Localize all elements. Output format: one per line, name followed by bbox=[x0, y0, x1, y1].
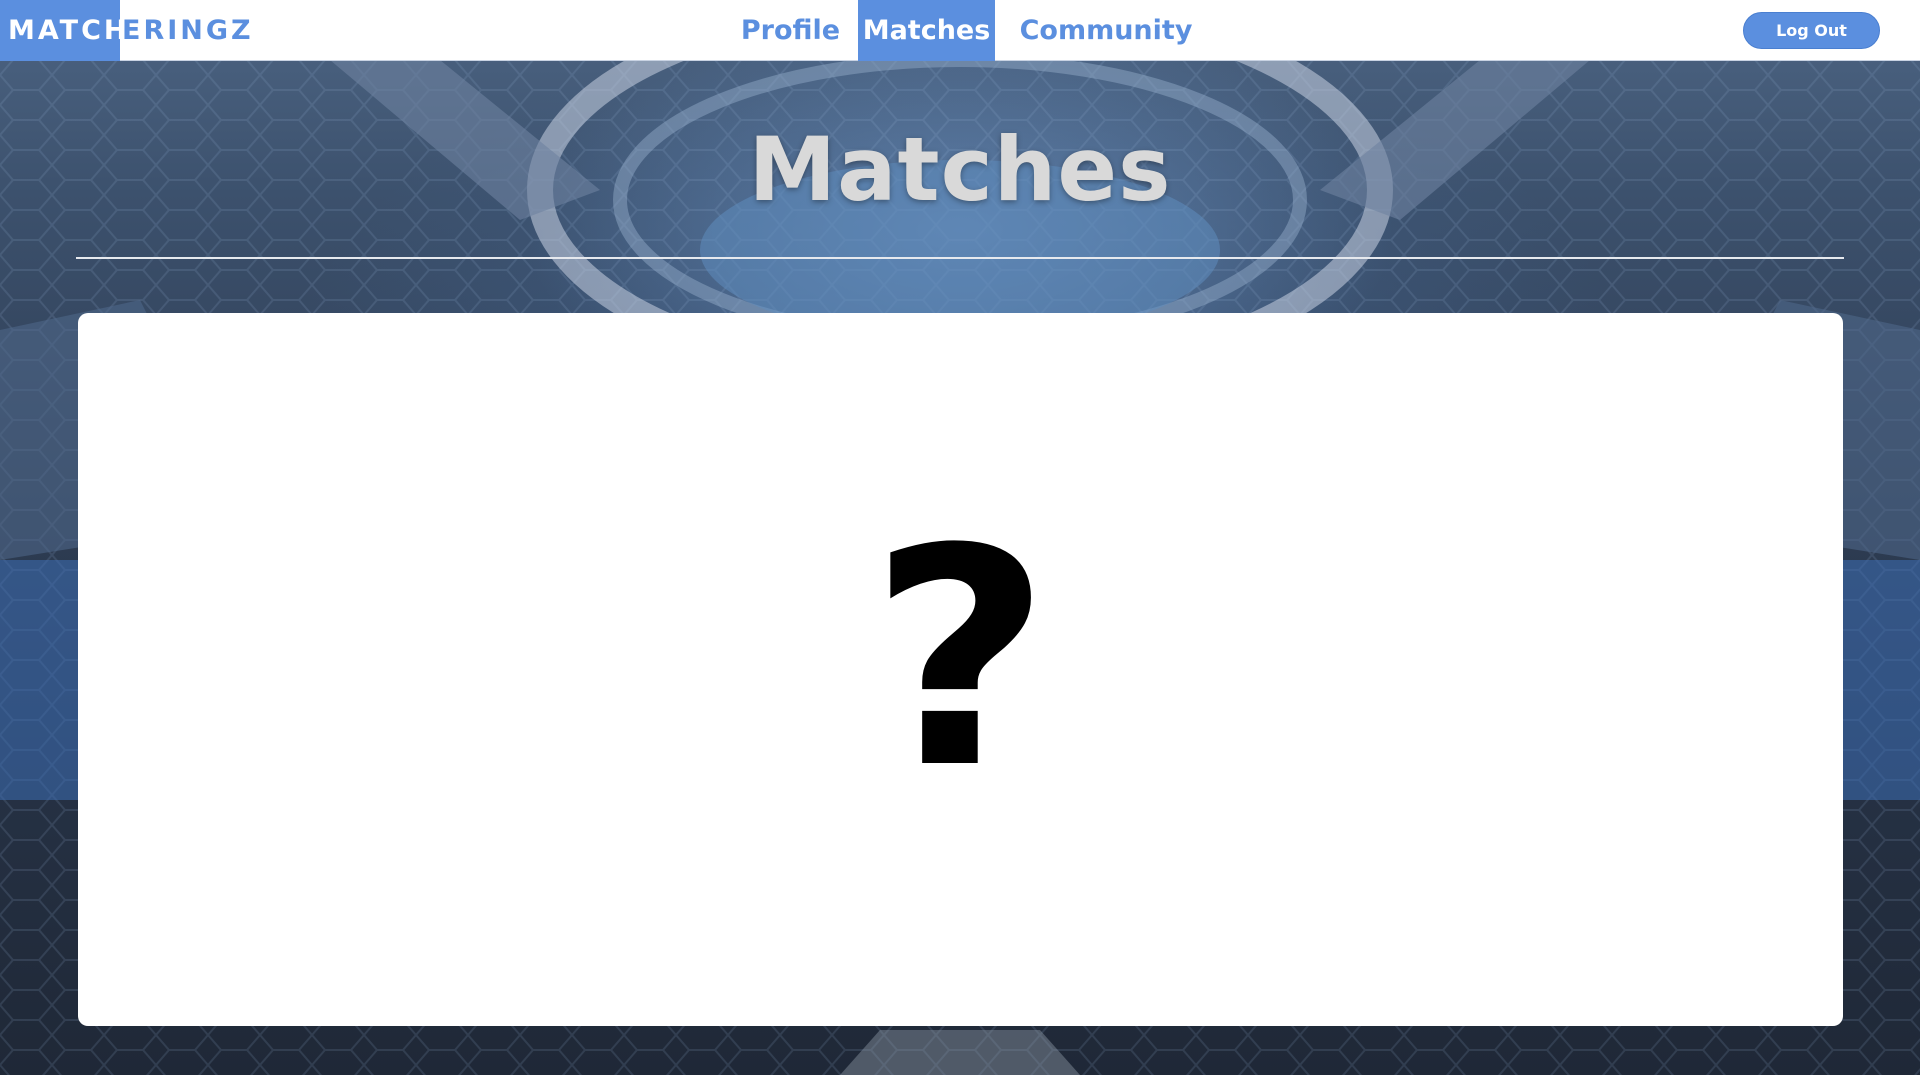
brand-logo[interactable]: MATCH ERINGZ bbox=[0, 0, 254, 61]
main-nav: Profile Matches Community bbox=[723, 0, 1217, 61]
match-card: ? bbox=[78, 313, 1843, 1026]
top-navbar: MATCH ERINGZ Profile Matches Community L… bbox=[0, 0, 1920, 61]
question-mark-placeholder: ? bbox=[869, 484, 1052, 834]
page-title: Matches bbox=[748, 118, 1172, 221]
title-divider bbox=[76, 257, 1844, 259]
brand-logo-highlight: MATCH bbox=[0, 0, 127, 61]
nav-link-profile[interactable]: Profile bbox=[723, 0, 858, 61]
nav-link-matches[interactable]: Matches bbox=[858, 0, 995, 61]
nav-link-community[interactable]: Community bbox=[995, 0, 1217, 61]
brand-logo-rest: ERINGZ bbox=[122, 15, 254, 46]
logout-button[interactable]: Log Out bbox=[1743, 12, 1880, 49]
